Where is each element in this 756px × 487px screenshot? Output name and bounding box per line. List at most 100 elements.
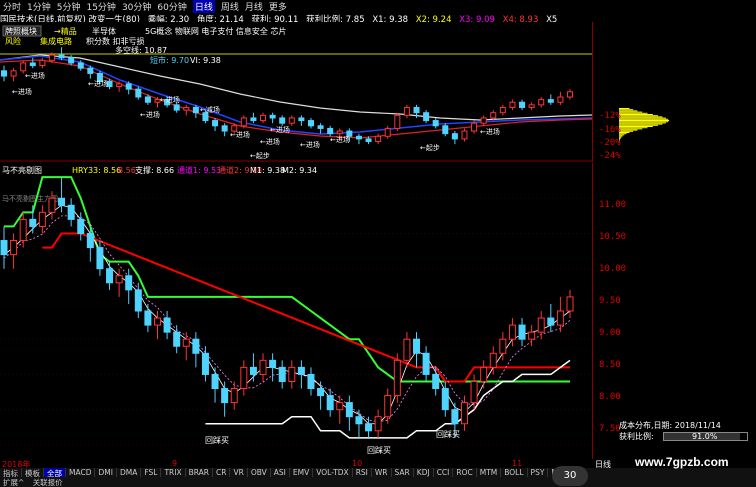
period-30min[interactable]: 30分钟 [122,0,151,13]
p1-candle-body [39,59,46,67]
p1-candle-body [317,125,324,129]
price-10.00: 10.00 [599,264,627,274]
tag-jicheng: 集成电路 [40,36,72,46]
date-month-9: 9 [172,459,178,468]
candle-body [441,388,449,411]
cost-bar [619,128,643,130]
cost-bar [619,126,653,127]
p1-candle-body [10,70,17,77]
p1-candle-body [240,117,247,127]
candle-body [48,197,56,213]
related-quote-button[interactable]: 关联报价 [30,478,66,487]
period-toolbar: 分时 1分钟 5分钟 15分钟 30分钟 60分钟 日线 周线 月线 更多 [0,0,756,13]
entry-label: ←进场 [12,87,32,96]
cost-bar [619,110,638,112]
candle-body [201,352,209,375]
period-5min[interactable]: 5分钟 [57,0,81,13]
p1-candle-body [183,106,190,111]
tag-jingpin: →精品 [54,26,77,36]
candle-body [336,402,344,411]
p1-candle-body [451,133,458,140]
p1-candle-body [471,122,478,132]
cost-bar [619,109,634,111]
period-monthly[interactable]: 月线 [245,0,263,13]
speed-badge[interactable]: 30 [552,466,588,486]
cost-bar [619,123,663,125]
date-month-10: 10 [352,459,363,468]
cost-bar [619,114,653,115]
candle-body [556,310,564,326]
m2-value: M2: 9.34 [282,166,317,175]
candle-body [288,366,296,382]
date-month-11: 11 [512,459,523,468]
candle-body [278,366,286,382]
candle-body [422,352,430,375]
profit-ratio-label: 获利比例: [619,432,654,441]
pct-label-24: -24% [599,151,621,161]
candle-body [393,359,401,397]
expand-button[interactable]: 扩展^ [0,478,27,487]
tag-duanshi: 短市: 9.70 [150,55,189,65]
candle-body [144,310,152,326]
period-60min[interactable]: 60分钟 [157,0,186,13]
period-daily[interactable]: 日线 [192,0,215,13]
tag-bandaoti: 半导体 [92,26,116,36]
period-weekly[interactable]: 周线 [221,0,239,13]
candle-body [403,338,411,361]
period-fenshi[interactable]: 分时 [3,0,21,13]
p1-candle-body [528,104,535,108]
cost-bar [619,121,669,123]
p1-candle-body [307,120,314,127]
p1-candle-body [125,83,132,90]
candle-body [125,275,133,291]
candle-body [58,197,66,206]
secondary-chart-panel[interactable]: 马不亮剔图 HRY33: 8.56 8.56 支撑: 8.66 通道1: 9.5… [0,163,592,459]
buy-label-1: 回踩买 [205,435,229,445]
footer-bar: 扩展^ 关联报价 [0,477,756,487]
p1-candle-body [260,114,267,122]
candle-body [0,240,8,256]
price-axis: 11.00 10.50 10.00 9.50 9.00 8.50 8.00 7.… [592,163,756,459]
p1-candle-body [250,117,257,122]
cost-bar [619,118,669,120]
p1-candle-body [48,54,55,61]
main-chart-panel[interactable]: 牌照概块 风险 →精品 半导体 5G概念 物联网 电子支付 信息安全 芯片 集成… [0,22,592,162]
candle-body [115,275,123,284]
p1-candle-body [327,127,334,135]
tag-vi: VI: 9.38 [190,56,221,65]
candle-body [240,366,248,390]
p1-candle-body [365,138,372,143]
period-1min[interactable]: 1分钟 [27,0,51,13]
candle-body [230,388,238,404]
price-8.00: 8.00 [599,392,621,402]
p1-candle-body [279,117,286,124]
pct-label-16: -16% [599,125,621,135]
p1-candle-body [538,99,545,106]
candle-body [317,388,325,397]
pct-label-20: -20% [599,138,621,148]
candle-body [470,380,478,404]
period-15min[interactable]: 15分钟 [86,0,115,13]
price-7.50: 7.50 [599,424,621,434]
cost-bar [619,130,634,132]
candle-body [211,373,219,390]
p1-candle-body [557,96,564,103]
candle-body [451,409,459,425]
p1-candle-body [68,57,75,64]
p1-candle-body [375,135,382,143]
candle-body [384,395,392,418]
entry-label: ←进场 [260,137,280,146]
cost-bar [619,122,666,124]
entry-label: ←进场 [160,95,180,104]
candle-body [307,373,315,390]
period-more[interactable]: 更多 [269,0,287,13]
cost-bar [619,120,669,121]
tag-duokong: 多空线: 10.87 [115,45,167,55]
p1-candle-body [212,120,219,127]
tag-paizhao: 牌照概块 [5,26,37,36]
candle-body [365,423,373,432]
tag-concepts: 5G概念 物联网 电子支付 信息安全 芯片 [145,26,286,36]
p1-candle-body [288,117,295,124]
p1-candle-body [87,67,94,74]
entry-label: ←进场 [480,127,500,136]
